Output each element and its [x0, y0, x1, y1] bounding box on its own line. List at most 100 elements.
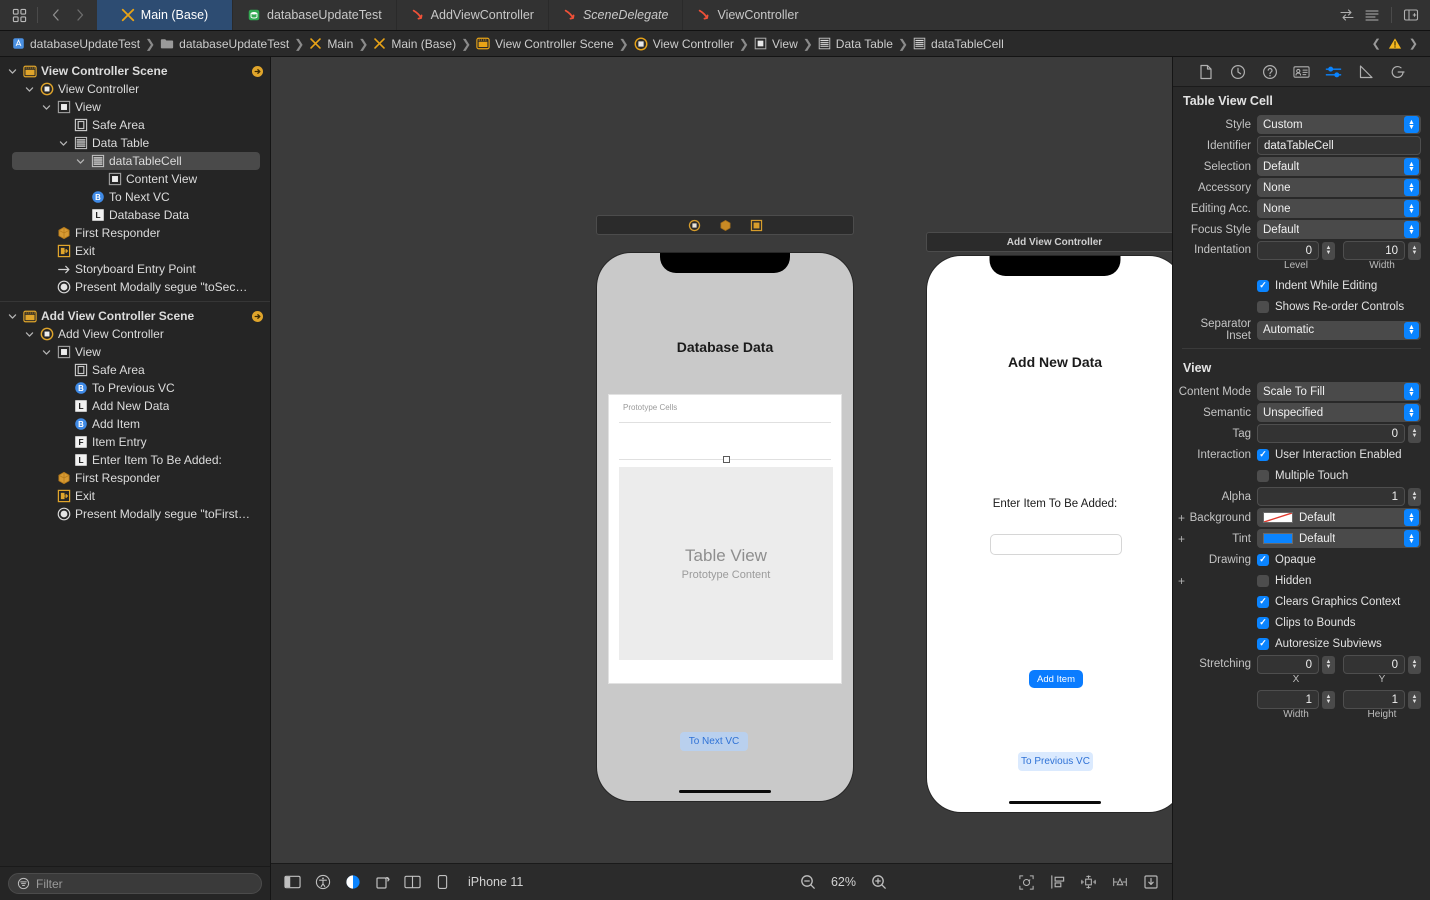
back-chevron-icon[interactable] [45, 4, 67, 26]
storyboard-canvas[interactable]: Database Data Prototype Cells Table View… [271, 57, 1172, 863]
outline-row-first-responder[interactable]: First Responder [0, 224, 270, 242]
scene1-dock-bar[interactable] [596, 215, 854, 235]
embed-in-icon[interactable] [1048, 873, 1067, 892]
add-editor-icon[interactable] [1400, 4, 1422, 26]
scene-arrow-icon[interactable] [251, 65, 264, 78]
checkbox-box[interactable]: ✓ [1257, 637, 1269, 650]
checkbox-box[interactable] [1257, 574, 1269, 587]
disclosure-triangle-open-icon[interactable] [74, 157, 86, 166]
outline-row-to-previous-vc[interactable]: B To Previous VC [0, 379, 270, 397]
popup-chevrons-icon[interactable]: ▲ ▼ [1404, 116, 1419, 133]
scene2-dock-bar[interactable]: Add View Controller [926, 232, 1172, 252]
input-identifier[interactable]: dataTableCell [1257, 136, 1421, 155]
checkbox-user-interaction-enabled[interactable]: ✓ User Interaction Enabled [1257, 445, 1402, 464]
editor-tab-scenedelegate[interactable]: SceneDelegate [549, 0, 684, 30]
editor-tab-viewcontroller[interactable]: ViewController [683, 0, 812, 30]
popup-editing-acc[interactable]: None ▲ ▼ [1257, 199, 1421, 218]
outline-row-item-entry[interactable]: F Item Entry [0, 433, 270, 451]
orientation-icon[interactable] [373, 873, 392, 892]
disclosure-triangle-open-icon[interactable] [40, 103, 52, 112]
file-inspector-icon[interactable] [1197, 63, 1214, 80]
numeric-field[interactable]: 0 [1257, 424, 1405, 443]
checkbox-box[interactable]: ✓ [1257, 448, 1269, 461]
scene1-device-view-controller[interactable]: Database Data Prototype Cells Table View… [597, 253, 853, 801]
color-popup-background[interactable]: Default ▲ ▼ [1257, 508, 1421, 527]
stepper-arrows-icon[interactable]: ▲ ▼ [1408, 241, 1421, 260]
exit-badge-icon[interactable] [750, 219, 763, 232]
button-add-item[interactable]: Add Item [1029, 670, 1083, 688]
label-database-data[interactable]: Database Data [597, 339, 853, 355]
history-inspector-icon[interactable] [1229, 63, 1246, 80]
connections-inspector-icon[interactable] [1389, 63, 1406, 80]
identity-inspector-icon[interactable] [1293, 63, 1310, 80]
checkbox-box[interactable] [1257, 469, 1269, 482]
numeric-field-2[interactable]: 10 [1343, 241, 1405, 260]
disclosure-triangle-open-icon[interactable] [23, 330, 35, 339]
add-variation-icon[interactable]: + [1178, 532, 1185, 546]
outline-row-data-table[interactable]: Data Table [0, 134, 270, 152]
add-variation-icon[interactable]: + [1178, 511, 1185, 525]
breadcrumb-item-datatablecell[interactable]: dataTableCell [909, 37, 1008, 51]
checkbox-box[interactable] [1257, 300, 1269, 313]
outline-row-content-view[interactable]: Content View [0, 170, 270, 188]
outline-row-view[interactable]: View [0, 98, 270, 116]
checkbox-opaque[interactable]: ✓ Opaque [1257, 550, 1316, 569]
add-constraints-icon[interactable] [1110, 873, 1129, 892]
breadcrumb-item-view-controller-scene[interactable]: View Controller Scene [472, 37, 618, 51]
data-table-view[interactable]: Prototype Cells Table View Prototype Con… [608, 394, 842, 684]
textfield-item-entry[interactable] [990, 534, 1122, 555]
popup-separator-inset[interactable]: Automatic ▲ ▼ [1257, 320, 1421, 340]
outline-row-add-view-controller[interactable]: Add View Controller [0, 325, 270, 343]
button-to-previous-vc[interactable]: To Previous VC [1018, 752, 1093, 771]
compare-versions-icon[interactable] [1336, 4, 1358, 26]
checkbox-box[interactable]: ✓ [1257, 553, 1269, 566]
popup-chevrons-icon[interactable]: ▲ ▼ [1404, 509, 1419, 526]
breadcrumb-item-data-table[interactable]: Data Table [814, 37, 897, 51]
popup-accessory[interactable]: None ▲ ▼ [1257, 178, 1421, 197]
outline-row-view-controller[interactable]: View Controller [0, 80, 270, 98]
editor-tab-main-base[interactable]: Main (Base) [97, 0, 233, 30]
scene-arrow-icon[interactable] [251, 310, 264, 323]
quick-help-icon[interactable] [1261, 63, 1278, 80]
device-name[interactable]: iPhone 11 [468, 875, 523, 889]
popup-chevrons-icon[interactable]: ▲ ▼ [1404, 179, 1419, 196]
stepper-arrows-icon[interactable]: ▲ ▼ [1408, 690, 1421, 709]
stepper-arrows-icon[interactable]: ▲ ▼ [1408, 487, 1421, 506]
popup-chevrons-icon[interactable]: ▲ ▼ [1404, 404, 1419, 421]
checkbox-clears-graphics-context[interactable]: ✓ Clears Graphics Context [1257, 592, 1400, 611]
outline-row-enter-item-to-be-added[interactable]: L Enter Item To Be Added: [0, 451, 270, 469]
stepper-arrows-icon[interactable]: ▲ ▼ [1408, 655, 1421, 674]
viewcontroller-badge-icon[interactable] [688, 219, 701, 232]
zoom-level[interactable]: 62% [831, 875, 856, 889]
breadcrumb-item-view[interactable]: View [750, 37, 802, 51]
numeric-field-2[interactable]: 1 [1343, 690, 1405, 709]
inspector-content[interactable]: Table View Cell Style Custom ▲ ▼ Identifier da… [1173, 87, 1430, 900]
breadcrumb-item-project[interactable]: databaseUpdateTest [8, 37, 144, 51]
disclosure-triangle-open-icon[interactable] [6, 67, 18, 76]
stepper-arrows-icon[interactable]: ▲ ▼ [1322, 241, 1335, 260]
checkbox-indent-while-editing[interactable]: ✓ Indent While Editing [1257, 276, 1377, 295]
update-frames-icon[interactable] [1017, 873, 1036, 892]
color-popup-tint[interactable]: Default ▲ ▼ [1257, 529, 1421, 548]
disclosure-triangle-open-icon[interactable] [40, 348, 52, 357]
forward-chevron-icon[interactable] [69, 4, 91, 26]
popup-chevrons-icon[interactable]: ▲ ▼ [1404, 530, 1419, 547]
outline-row-present-modally-segue-tosec[interactable]: Present Modally segue "toSec… [0, 278, 270, 296]
resolve-issues-icon[interactable] [1141, 873, 1160, 892]
next-issue-icon[interactable]: ❯ [1409, 37, 1418, 50]
popup-chevrons-icon[interactable]: ▲ ▼ [1404, 221, 1419, 238]
outline-row-view-controller-scene[interactable]: View Controller Scene [0, 62, 270, 80]
outline-row-datatablecell[interactable]: dataTableCell [12, 152, 260, 170]
checkbox-box[interactable]: ✓ [1257, 616, 1269, 629]
popup-semantic[interactable]: Unspecified ▲ ▼ [1257, 403, 1421, 422]
stepper-arrows-icon[interactable]: ▲ ▼ [1322, 655, 1335, 674]
device-icon[interactable] [433, 873, 452, 892]
outline-row-safe-area[interactable]: Safe Area [0, 116, 270, 134]
outline-row-add-new-data[interactable]: L Add New Data [0, 397, 270, 415]
editor-tab-databaseupdatetest[interactable]: databaseUpdateTest [233, 0, 397, 30]
popup-chevrons-icon[interactable]: ▲ ▼ [1404, 200, 1419, 217]
list-lines-icon[interactable] [1361, 4, 1383, 26]
zoom-out-icon[interactable] [799, 873, 818, 892]
outline-row-add-view-controller-scene[interactable]: Add View Controller Scene [0, 307, 270, 325]
popup-chevrons-icon[interactable]: ▲ ▼ [1404, 158, 1419, 175]
